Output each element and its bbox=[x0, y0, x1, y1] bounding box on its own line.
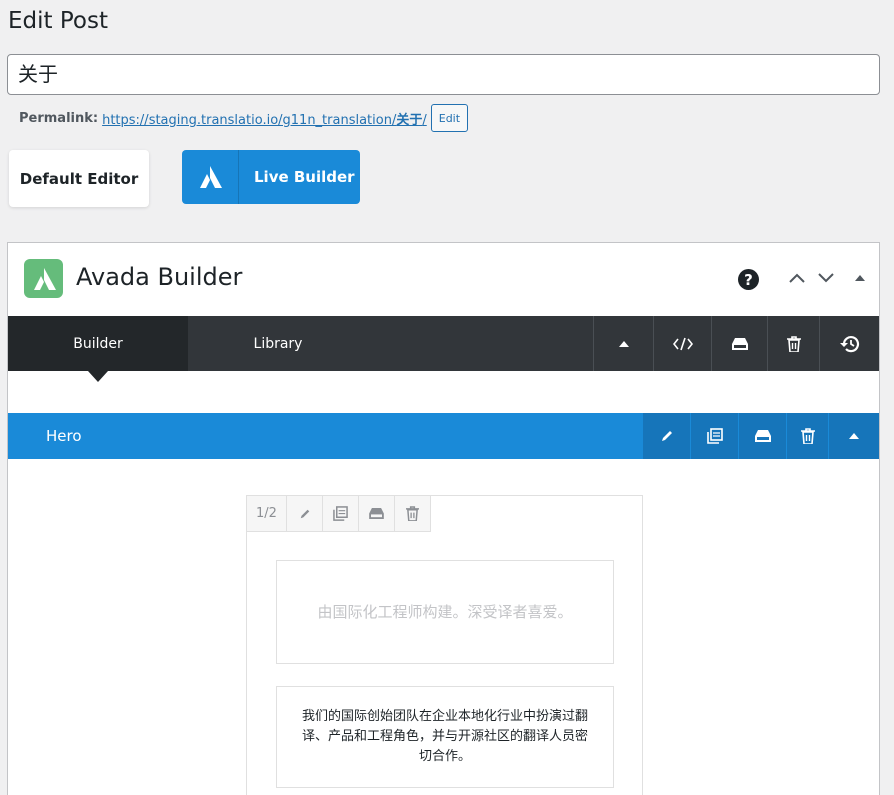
move-up-icon[interactable] bbox=[787, 267, 807, 289]
column-clone-button[interactable] bbox=[323, 496, 359, 532]
avada-logo-icon bbox=[182, 150, 239, 204]
permalink-slug: 关于 bbox=[396, 112, 423, 128]
clone-icon bbox=[706, 428, 723, 444]
builder-tabbar: Builder Library bbox=[8, 316, 879, 382]
container-collapse-button[interactable] bbox=[828, 413, 879, 459]
column-delete-button[interactable] bbox=[395, 496, 431, 532]
column-size-button[interactable]: 1/2 bbox=[247, 496, 287, 532]
permalink-label: Permalink: bbox=[19, 110, 99, 126]
toggle-panel-icon[interactable] bbox=[850, 267, 870, 289]
clone-icon bbox=[333, 506, 348, 521]
collapse-all-button[interactable] bbox=[593, 316, 653, 371]
text-element-description[interactable]: 我们的国际创始团队在企业本地化行业中扮演过翻译、产品和工程角色，并与开源社区的翻… bbox=[276, 686, 614, 788]
history-button[interactable] bbox=[819, 316, 879, 371]
edit-icon bbox=[299, 508, 311, 520]
container-save-button[interactable] bbox=[738, 413, 786, 459]
container-edit-button[interactable] bbox=[642, 413, 690, 459]
permalink-link[interactable]: https://staging.translatio.io/g11n_trans… bbox=[102, 109, 427, 128]
delete-layout-button[interactable] bbox=[767, 316, 819, 371]
tab-builder[interactable]: Builder bbox=[8, 316, 188, 371]
code-view-button[interactable] bbox=[653, 316, 711, 371]
avada-builder-panel: Avada Builder ? Builder Library Hero 1/2… bbox=[7, 242, 880, 795]
tab-library[interactable]: Library bbox=[188, 316, 368, 371]
permalink-url-trail: / bbox=[422, 112, 427, 128]
save-icon bbox=[369, 508, 384, 519]
permalink-edit-button[interactable]: Edit bbox=[430, 104, 469, 132]
element-text: 由国际化工程师构建。深受译者喜爱。 bbox=[317, 603, 573, 621]
page-title: Edit Post bbox=[8, 8, 108, 34]
builder-panel-title: Avada Builder bbox=[76, 263, 243, 291]
text-element-tagline[interactable]: 由国际化工程师构建。深受译者喜爱。 bbox=[276, 560, 614, 664]
element-text: 我们的国际创始团队在企业本地化行业中扮演过翻译、产品和工程角色，并与开源社区的翻… bbox=[301, 709, 588, 764]
save-layout-button[interactable] bbox=[711, 316, 767, 371]
live-builder-label: Live Builder bbox=[254, 168, 355, 186]
default-editor-button[interactable]: Default Editor bbox=[9, 150, 149, 207]
permalink-row: Permalink: https://staging.translatio.io… bbox=[19, 104, 469, 132]
column-half: 1/2 由国际化工程师构建。深受译者喜爱。 我们的国际创始团队在企业本地化行业中… bbox=[246, 495, 643, 795]
container-delete-button[interactable] bbox=[786, 413, 828, 459]
column-save-button[interactable] bbox=[359, 496, 395, 532]
move-down-icon[interactable] bbox=[816, 267, 836, 289]
column-toolbar: 1/2 bbox=[247, 496, 431, 532]
save-icon bbox=[731, 337, 748, 350]
live-builder-button[interactable]: Live Builder bbox=[182, 150, 360, 204]
container-clone-button[interactable] bbox=[690, 413, 738, 459]
builder-panel-header: Avada Builder ? bbox=[8, 243, 879, 315]
help-icon[interactable]: ? bbox=[738, 269, 759, 290]
post-title-input[interactable]: 关于 bbox=[7, 54, 880, 95]
trash-icon bbox=[800, 428, 815, 444]
trash-icon bbox=[786, 335, 801, 352]
active-tab-indicator bbox=[88, 371, 108, 382]
container-bar-hero[interactable]: Hero bbox=[8, 413, 879, 459]
history-icon bbox=[839, 335, 860, 353]
save-icon bbox=[754, 430, 771, 442]
collapse-icon bbox=[849, 433, 859, 439]
collapse-icon bbox=[618, 340, 629, 347]
code-icon bbox=[672, 337, 693, 351]
permalink-url-base: https://staging.translatio.io/g11n_trans… bbox=[102, 112, 397, 128]
edit-icon bbox=[660, 429, 674, 443]
avada-builder-logo-icon bbox=[24, 259, 63, 298]
column-edit-button[interactable] bbox=[287, 496, 323, 532]
trash-icon bbox=[406, 506, 419, 521]
container-title[interactable]: Hero bbox=[46, 413, 82, 459]
